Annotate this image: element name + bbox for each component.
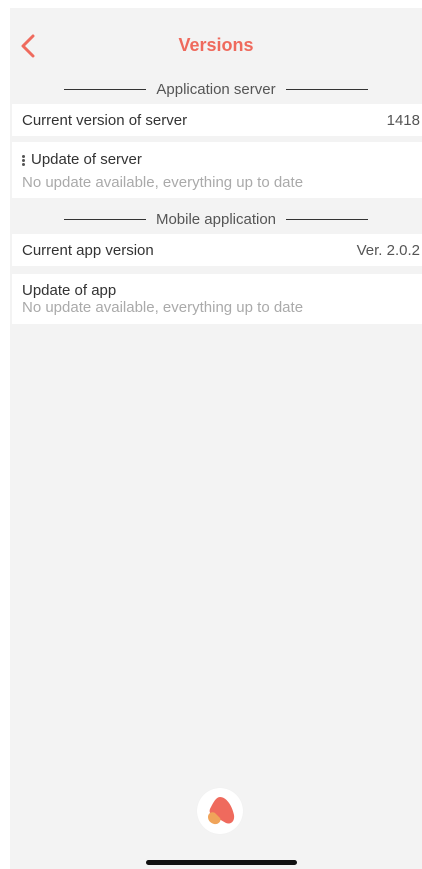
section-header-mobile-application: Mobile application bbox=[10, 209, 422, 229]
row-label: Current app version bbox=[22, 241, 154, 259]
divider-line bbox=[285, 88, 368, 90]
update-app-row[interactable]: Update of app No update available, every… bbox=[12, 274, 422, 324]
section-header-application-server: Application server bbox=[10, 79, 422, 99]
divider-line bbox=[64, 88, 147, 90]
home-indicator[interactable] bbox=[146, 860, 297, 865]
row-label: Update of server bbox=[31, 151, 142, 168]
app-version-value: Ver. 2.0.2 bbox=[356, 241, 420, 259]
section-title: Mobile application bbox=[155, 210, 277, 228]
server-version-value: 1418 bbox=[386, 111, 420, 129]
header: Versions bbox=[10, 8, 422, 84]
divider-line bbox=[286, 218, 369, 220]
versions-screen: Versions Application server Current vers… bbox=[10, 8, 422, 869]
logo-mark bbox=[208, 797, 235, 825]
section-title: Application server bbox=[156, 80, 276, 98]
page-title: Versions bbox=[178, 35, 254, 55]
update-server-title-wrap: Update of server bbox=[22, 151, 142, 168]
update-server-status: No update available, everything up to da… bbox=[22, 174, 304, 191]
kebab-icon[interactable] bbox=[22, 154, 26, 167]
current-app-version-row: Current app version Ver. 2.0.2 bbox=[12, 234, 422, 266]
row-label: Update of app bbox=[22, 282, 117, 299]
current-server-version-row: Current version of server 1418 bbox=[12, 104, 422, 136]
divider-line bbox=[63, 218, 146, 220]
update-app-status: No update available, everything up to da… bbox=[22, 299, 304, 316]
update-server-row[interactable]: Update of server No update available, ev… bbox=[12, 142, 422, 198]
app-logo-icon bbox=[197, 788, 243, 834]
row-label: Current version of server bbox=[22, 111, 188, 129]
